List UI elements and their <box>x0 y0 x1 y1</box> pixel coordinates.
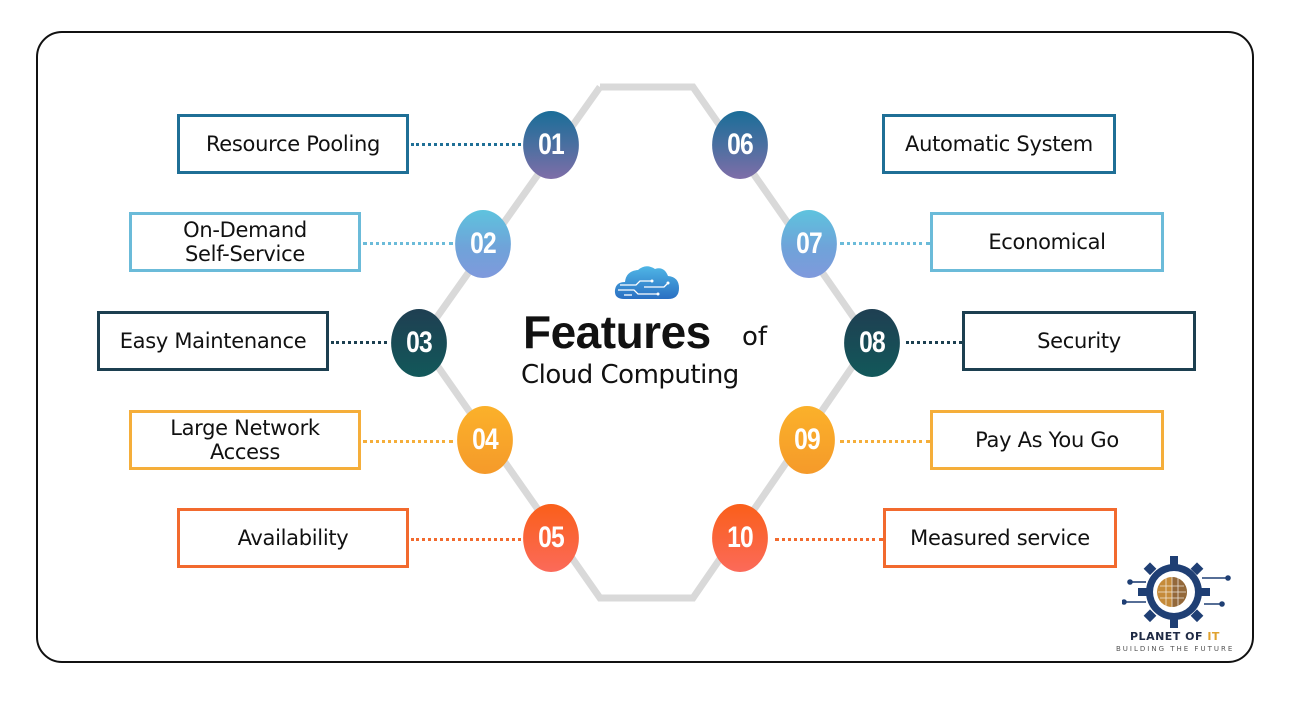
feature-number-07: 07 <box>781 210 837 278</box>
connector-02 <box>363 242 453 245</box>
feature-label-line2: Self-Service <box>185 242 305 266</box>
feature-box-10: Measured service <box>883 508 1117 568</box>
gear-globe-icon <box>1122 556 1231 628</box>
feature-number-01: 01 <box>523 111 579 179</box>
feature-label: Availability <box>237 526 349 550</box>
feature-box-08: Security <box>962 311 1196 371</box>
feature-label: Resource Pooling <box>205 132 381 156</box>
feature-box-06: Automatic System <box>882 114 1116 174</box>
feature-box-02: On-Demand Self-Service <box>129 212 361 272</box>
feature-label: Measured service <box>910 526 1090 550</box>
logo-name-part1: PLANET OF <box>1130 630 1208 643</box>
title-features: Features <box>523 306 711 358</box>
logo-tagline: BUILDING THE FUTURE <box>1116 645 1235 653</box>
feature-number-04: 04 <box>457 406 513 474</box>
feature-label-line1: Large Network <box>170 416 320 440</box>
feature-number-03: 03 <box>391 309 447 377</box>
feature-label: Easy Maintenance <box>119 329 307 353</box>
feature-box-05: Availability <box>177 508 409 568</box>
feature-label-line1: On-Demand <box>183 218 307 242</box>
feature-box-04: Large Network Access <box>129 410 361 470</box>
connector-03 <box>331 341 387 344</box>
connector-04 <box>363 440 453 443</box>
feature-number-05: 05 <box>523 504 579 572</box>
connector-05 <box>411 538 521 541</box>
feature-label: Automatic System <box>905 132 1093 156</box>
connector-08 <box>906 341 962 344</box>
feature-label: Pay As You Go <box>975 428 1119 452</box>
feature-number-02: 02 <box>455 210 511 278</box>
connector-10 <box>775 538 883 541</box>
feature-number-08: 08 <box>844 309 900 377</box>
feature-label: Economical <box>988 230 1106 254</box>
feature-box-09: Pay As You Go <box>930 410 1164 470</box>
feature-number-10: 10 <box>712 504 768 572</box>
feature-box-03: Easy Maintenance <box>97 311 329 371</box>
logo-name: PLANET OF IT <box>1130 630 1220 643</box>
feature-box-01: Resource Pooling <box>177 114 409 174</box>
feature-number-09: 09 <box>779 406 835 474</box>
feature-number-06: 06 <box>712 111 768 179</box>
feature-label-line2: Access <box>209 440 281 464</box>
connector-01 <box>411 143 521 146</box>
feature-box-07: Economical <box>930 212 1164 272</box>
title-cloud-computing: Cloud Computing <box>521 360 739 390</box>
feature-label: Security <box>1037 329 1121 353</box>
connector-07 <box>840 242 930 245</box>
logo-name-part2: IT <box>1207 630 1220 643</box>
connector-09 <box>840 440 930 443</box>
title-of: of <box>742 322 768 352</box>
cloud-circuit-icon <box>614 266 679 299</box>
